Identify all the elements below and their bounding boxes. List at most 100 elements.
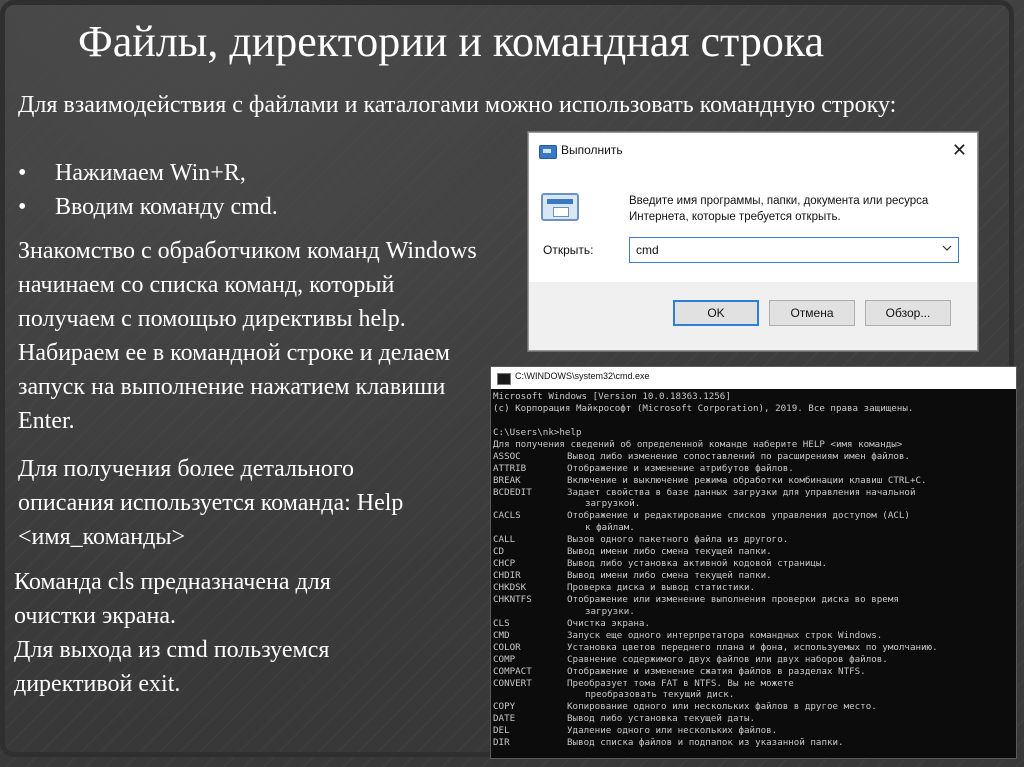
cmd-command-name: CMD: [493, 629, 510, 641]
cmd-window: C:\WINDOWS\system32\cmd.exe Microsoft Wi…: [490, 366, 1017, 759]
cmd-command-description: Вывод либо установка активной кодовой ст…: [567, 558, 827, 570]
cmd-command-name: COMPACT: [493, 665, 532, 677]
cmd-command-description: Удаление одного или нескольких файлов.: [567, 725, 778, 737]
run-dialog-description: Введите имя программы, папки, документа …: [629, 195, 929, 223]
cmd-command-description-continued: к файлам.: [585, 522, 635, 534]
run-dialog-titlebar[interactable]: Выполнить ✕: [529, 133, 977, 169]
cmd-command-description: Копирование одного или нескольких файлов…: [567, 701, 877, 713]
cmd-command-name: DIR: [493, 737, 510, 749]
cmd-command-name: CHDIR: [493, 570, 521, 582]
run-dialog-footer: OK Отмена Обзор...: [529, 282, 977, 350]
run-dialog: Выполнить ✕ Введите имя программы, папки…: [528, 132, 978, 351]
cmd-command-description: Вывод списка файлов и подпапок из указан…: [567, 737, 844, 749]
run-window-icon: [541, 193, 579, 221]
exit-text: Для выхода из cmd пользуемся директивой …: [14, 637, 330, 697]
cmd-command-description: Вывод либо изменение сопоставлений по ра…: [567, 450, 910, 462]
cmd-command-row: DATE Вывод либо установка текущей даты.: [493, 713, 1016, 725]
cmd-command-name: CONVERT: [493, 677, 532, 689]
cmd-command-row: CACLS Отображение и редактирование списко…: [493, 510, 1016, 522]
cls-text: Команда cls предназначена для очистки эк…: [14, 569, 331, 629]
run-open-input[interactable]: cmd: [629, 237, 959, 263]
cmd-line: Для получения сведений об определенной к…: [493, 438, 903, 450]
cmd-command-row: DEL Удаление одного или нескольких файлов…: [493, 725, 1016, 737]
cmd-command-description: Сравнение содержимого двух файлов или дв…: [567, 653, 888, 665]
cmd-app-icon: [497, 373, 511, 385]
cmd-command-row: CHDIR Вывод имени либо смена текущей папк…: [493, 570, 1016, 582]
run-input-value: cmd: [636, 243, 659, 257]
cmd-window-title: C:\WINDOWS\system32\cmd.exe: [515, 371, 650, 381]
cmd-line: C:\Users\nk>help: [493, 426, 582, 438]
cmd-command-row: DIR Вывод списка файлов и подпапок из ука…: [493, 737, 1016, 749]
cancel-button[interactable]: Отмена: [769, 300, 855, 326]
cmd-output[interactable]: Microsoft Windows [Version 10.0.18363.12…: [493, 391, 1016, 758]
cmd-line: (c) Корпорация Майкрософт (Microsoft Cor…: [493, 402, 914, 414]
cmd-command-description: Отображение или изменение выполнения про…: [567, 593, 899, 605]
bullet-item: • Нажимаем Win+R,: [18, 156, 278, 190]
cmd-command-name: BCDEDIT: [493, 486, 532, 498]
cmd-command-row: BCDEDIT Задает свойства в базе данных заг…: [493, 487, 1016, 499]
cmd-command-description: Запуск еще одного интерпретатора командн…: [567, 629, 883, 641]
cmd-command-row: ATTRIB Отображение и изменение атрибутов …: [493, 463, 1016, 475]
cmd-command-description: Включение и выключение режима обработки …: [567, 474, 927, 486]
cmd-command-name: BREAK: [493, 474, 521, 486]
cmd-command-name: CHCP: [493, 558, 516, 570]
cmd-titlebar[interactable]: C:\WINDOWS\system32\cmd.exe: [491, 367, 1016, 389]
cmd-command-name: ATTRIB: [493, 462, 527, 474]
run-dialog-title: Выполнить: [561, 143, 623, 157]
cmd-command-row: CD Вывод имени либо смена текущей папки.: [493, 546, 1016, 558]
cmd-command-name: CLS: [493, 617, 510, 629]
cmd-command-description: Проверка диска и вывод статистики.: [567, 582, 756, 593]
cmd-command-row: CMD Запуск еще одного интерпретатора кома…: [493, 630, 1016, 642]
ok-button[interactable]: OK: [673, 300, 759, 326]
cmd-line: [493, 415, 1016, 427]
cmd-command-row: COMP Сравнение содержимого двух файлов ил…: [493, 654, 1016, 666]
bullet-marker: •: [18, 160, 27, 186]
cmd-command-name: COMP: [493, 653, 516, 665]
cmd-command-description-continued: загрузкой.: [585, 498, 641, 510]
cmd-command-description: Преобразует тома FAT в NTFS. Вы не может…: [567, 677, 794, 689]
cmd-command-name: CD: [493, 546, 505, 558]
cmd-command-row: BREAK Включение и выключение режима обраб…: [493, 475, 1016, 487]
cmd-command-description: Отображение и изменение сжатия файлов в …: [567, 665, 866, 677]
help-paragraph: Знакомство с обработчиком команд Windows…: [18, 238, 477, 434]
close-icon[interactable]: ✕: [952, 139, 967, 161]
cmd-command-row: COPY Копирование одного или нескольких фа…: [493, 701, 1016, 713]
cmd-command-description: Вызов одного пакетного файла из другого.: [567, 534, 789, 546]
cmd-command-name: CACLS: [493, 510, 521, 522]
cls-exit-paragraph: Команда cls предназначена для очистки эк…: [14, 565, 414, 701]
cmd-command-name: COLOR: [493, 641, 521, 653]
cmd-command-description-continued: загрузки.: [585, 605, 635, 617]
cmd-command-description: Отображение и изменение атрибутов файлов…: [567, 462, 794, 474]
cmd-command-row: CALL Вызов одного пакетного файла из друг…: [493, 534, 1016, 546]
cmd-command-name: CHKDSK: [493, 582, 527, 593]
cmd-command-row: COLOR Установка цветов переднего плана и …: [493, 642, 1016, 654]
cmd-command-row: CLS Очистка экрана.: [493, 618, 1016, 630]
browse-button[interactable]: Обзор...: [865, 300, 951, 326]
cmd-command-description: Очистка экрана.: [567, 617, 650, 629]
cmd-command-row: COMPACT Отображение и изменение сжатия фа…: [493, 666, 1016, 678]
cmd-command-row: CHCP Вывод либо установка активной кодово…: [493, 558, 1016, 570]
bullet-item: • Вводим команду cmd.: [18, 190, 278, 224]
cmd-command-name: DATE: [493, 713, 516, 725]
run-open-label: Открыть:: [543, 243, 594, 257]
cmd-command-name: ASSOC: [493, 450, 521, 462]
cmd-line: Microsoft Windows [Version 10.0.18363.12…: [493, 391, 731, 402]
bullet-list: • Нажимаем Win+R, • Вводим команду cmd.: [18, 156, 278, 224]
cmd-command-description-continued: преобразовать текущий диск.: [585, 689, 735, 701]
slide-title: Файлы, директории и командная строка: [78, 17, 825, 66]
cmd-command-name: CHKNTFS: [493, 593, 532, 605]
intro-text: Для взаимодействия с файлами и каталогам…: [18, 92, 897, 118]
bullet-text: Вводим команду cmd.: [55, 194, 278, 220]
help-detail-paragraph: Для получения более детального описания …: [18, 456, 404, 550]
cmd-command-row: ASSOC Вывод либо изменение сопоставлений …: [493, 451, 1016, 463]
run-app-icon: [539, 145, 557, 159]
cmd-command-description: Вывод либо установка текущей даты.: [567, 713, 756, 725]
cmd-command-row: CONVERT Преобразует тома FAT в NTFS. Вы н…: [493, 678, 1016, 690]
cmd-command-name: CALL: [493, 534, 516, 546]
cmd-command-description: Вывод имени либо смена текущей папки.: [567, 546, 772, 558]
cmd-command-row: CHKNTFS Отображение или изменение выполне…: [493, 594, 1016, 606]
cmd-command-row: CHKDSK Проверка диска и вывод статистики.: [493, 582, 1016, 594]
cmd-command-description: Установка цветов переднего плана и фона,…: [567, 641, 938, 653]
cmd-command-description: Задает свойства в базе данных загрузки д…: [567, 486, 916, 498]
chevron-down-icon[interactable]: [942, 242, 952, 254]
